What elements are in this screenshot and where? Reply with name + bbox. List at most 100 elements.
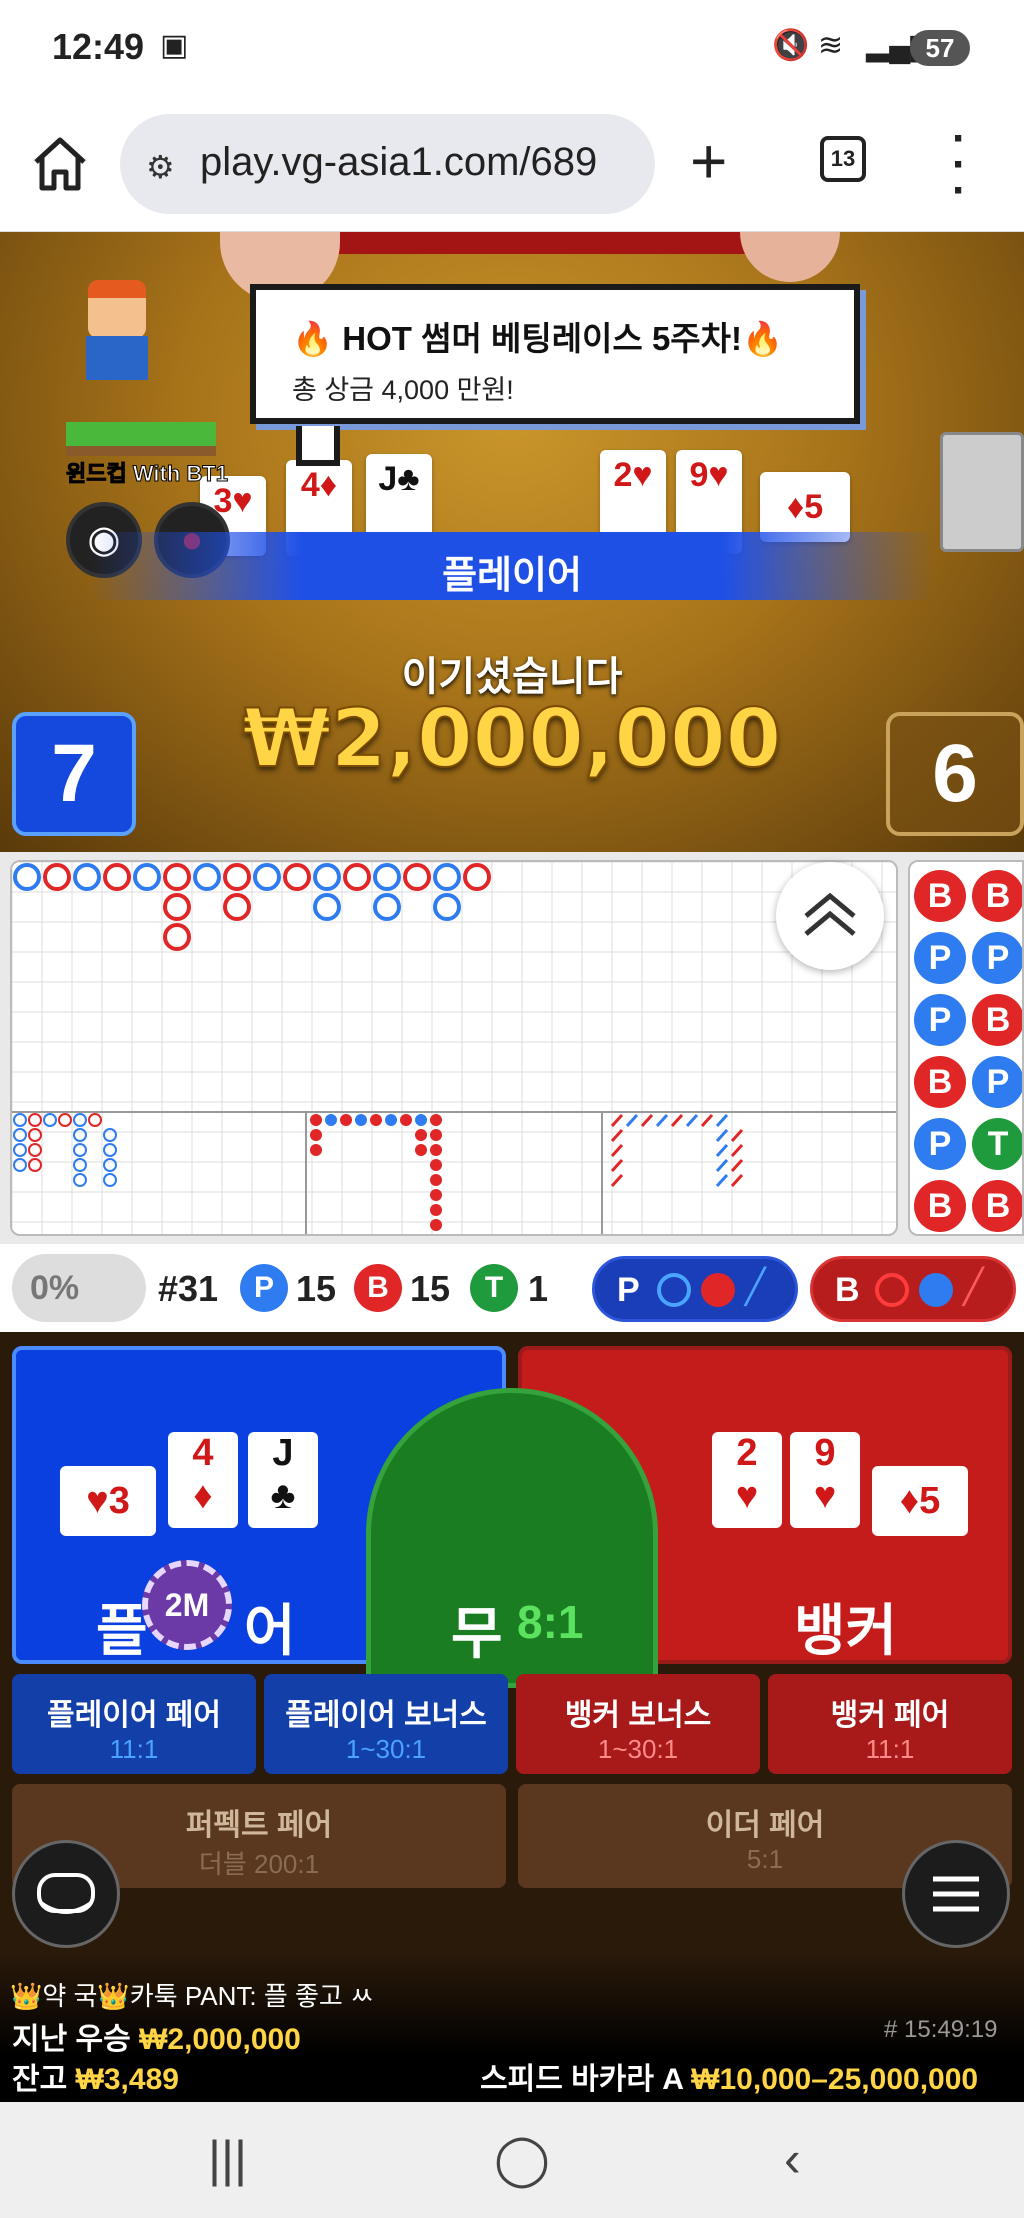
- cockroach-road-mark: [685, 1113, 699, 1128]
- big-road-mark: [223, 863, 251, 891]
- tie-count: 1: [528, 1268, 549, 1309]
- win-amount: ₩2,000,000: [242, 691, 783, 786]
- big-road-mark: [163, 863, 191, 891]
- big-road-mark: [193, 863, 221, 891]
- card-rank: 4: [192, 1432, 214, 1474]
- cockroach-road-mark: [670, 1113, 684, 1128]
- bead-road-mark: P: [972, 1056, 1022, 1108]
- bet-player-bonus[interactable]: 플레이어 보너스 1~30:1: [264, 1674, 508, 1774]
- big-eye-road-mark: [28, 1158, 42, 1172]
- big-eye-road-mark: [13, 1143, 27, 1157]
- expand-roadmap-button[interactable]: [776, 862, 884, 970]
- bead-road-mark: T: [972, 1118, 1022, 1170]
- small-road-mark: [430, 1144, 442, 1156]
- promo-subtitle: 총 상금 4,000 만원!: [292, 375, 514, 405]
- bead-road-mark: B: [972, 994, 1022, 1046]
- road-svg: [12, 862, 896, 1234]
- player-card: ♥3: [60, 1466, 156, 1536]
- banker-predict-button[interactable]: B ╱: [810, 1256, 1016, 1322]
- percent-toggle[interactable]: 0%: [12, 1254, 146, 1322]
- banker-card: ♦5: [872, 1466, 968, 1536]
- more-options-icon[interactable]: · · ·: [952, 117, 967, 213]
- url-bar[interactable]: ⚙ play.vg-asia1.com/689: [120, 114, 655, 214]
- banker-count: 15: [410, 1268, 451, 1309]
- avatar-head: [88, 280, 146, 338]
- card-suit: ♣: [270, 1475, 296, 1517]
- home-icon[interactable]: [28, 132, 92, 196]
- big-road-mark: [343, 863, 371, 891]
- big-eye-road-mark: [103, 1158, 117, 1172]
- balance-row: 잔고 ₩3,489: [12, 2054, 179, 2098]
- menu-button[interactable]: [902, 1840, 1010, 1948]
- placed-chip: 2M: [142, 1560, 232, 1650]
- big-road-mark: [373, 863, 401, 891]
- banker-card: 2 ♥: [712, 1432, 782, 1528]
- chat-icon: [37, 1873, 95, 1914]
- promo-bubble-tail: [296, 426, 340, 466]
- big-road-mark: [283, 863, 311, 891]
- small-road-mark: [415, 1129, 427, 1141]
- big-road-mark: [223, 893, 251, 921]
- chat-message: 👑약 국👑카툭 PANT: 플 좋고 ㅆ: [10, 1981, 374, 2011]
- big-eye-road-mark: [58, 1113, 72, 1127]
- table-limits: ₩10,000–25,000,000: [691, 2063, 979, 2096]
- bead-road-mark: B: [972, 1180, 1022, 1232]
- card-suit: ♥: [735, 1475, 759, 1517]
- back-icon[interactable]: ‹: [784, 2130, 801, 2188]
- small-road-mark: [325, 1114, 337, 1126]
- card-suit: ♦: [193, 1475, 213, 1517]
- bead-road-mark: P: [914, 932, 966, 984]
- big-road-mark: [313, 863, 341, 891]
- predict-b-label: B: [835, 1271, 860, 1309]
- site-settings-icon[interactable]: ⚙: [146, 148, 175, 186]
- big-eye-road-mark: [88, 1113, 102, 1127]
- new-tab-button[interactable]: +: [690, 124, 727, 198]
- big-road-mark: [463, 863, 491, 891]
- game-video: 3♥ 4♦ J♣ 2♥ 9♥ ♦5 윈드컵 With BT1 ◉ ● 🔥 HOT…: [0, 232, 1024, 852]
- big-road-mark: [433, 893, 461, 921]
- recents-icon[interactable]: |||: [208, 2130, 247, 2188]
- home-nav-icon[interactable]: ◯: [494, 2130, 550, 2188]
- cockroach-road-mark: [700, 1113, 714, 1128]
- player-bet-label-right: 어: [244, 1599, 296, 1662]
- promo-bubble[interactable]: 🔥 HOT 썸머 베팅레이스 5주차!🔥 총 상금 4,000 만원!: [250, 284, 860, 424]
- cockroach-road-mark: [715, 1113, 729, 1128]
- bet-tie-button[interactable]: 무 8:1: [366, 1388, 658, 1688]
- mute-icon: 🔇: [772, 29, 810, 62]
- big-road-mark: [103, 863, 131, 891]
- card-rank: 2: [736, 1432, 758, 1474]
- battery-indicator: 57: [910, 30, 970, 66]
- tie-odds: 8:1: [517, 1596, 584, 1648]
- bet-banker-bonus[interactable]: 뱅커 보너스 1~30:1: [516, 1674, 760, 1774]
- card-suit: ♥: [813, 1475, 837, 1517]
- bead-road-mark: P: [914, 1118, 966, 1170]
- predict-big-icon: [875, 1273, 909, 1307]
- chat-button[interactable]: [12, 1840, 120, 1948]
- banker-bet-label: 뱅커: [794, 1599, 898, 1662]
- android-nav-bar: ||| ◯ ‹: [0, 2102, 1024, 2218]
- last-win-row: 지난 우승 ₩2,000,000: [12, 2014, 301, 2058]
- big-road-mark: [43, 863, 71, 891]
- big-road-mark: [133, 863, 161, 891]
- road-grid[interactable]: [10, 860, 898, 1236]
- wifi-icon: ≋: [818, 29, 844, 62]
- avatar-body: [86, 336, 148, 380]
- bet-banker-pair[interactable]: 뱅커 페어 11:1: [768, 1674, 1012, 1774]
- small-road-mark: [355, 1114, 367, 1126]
- player-card: 4 ♦: [168, 1432, 238, 1528]
- tab-switcher-button[interactable]: 13: [820, 136, 866, 182]
- big-road-mark: [373, 893, 401, 921]
- big-eye-road-mark: [73, 1158, 87, 1172]
- card-shoe: [940, 432, 1024, 552]
- player-predict-button[interactable]: P ╱: [592, 1256, 798, 1322]
- small-road-mark: [430, 1174, 442, 1186]
- big-eye-road-mark: [28, 1128, 42, 1142]
- bead-road[interactable]: BBPPPBBPPTBB: [908, 860, 1024, 1236]
- bet-player-pair[interactable]: 플레이어 페어 11:1: [12, 1674, 256, 1774]
- bead-road-mark: P: [914, 994, 966, 1046]
- side-bet-name: 플레이어 보너스: [285, 1699, 487, 1732]
- cockroach-road-mark: [715, 1173, 729, 1188]
- last-win-amount: ₩2,000,000: [139, 2023, 301, 2056]
- tie-bet-label: 무: [451, 1602, 503, 1665]
- chevron-up-icon: [804, 892, 856, 936]
